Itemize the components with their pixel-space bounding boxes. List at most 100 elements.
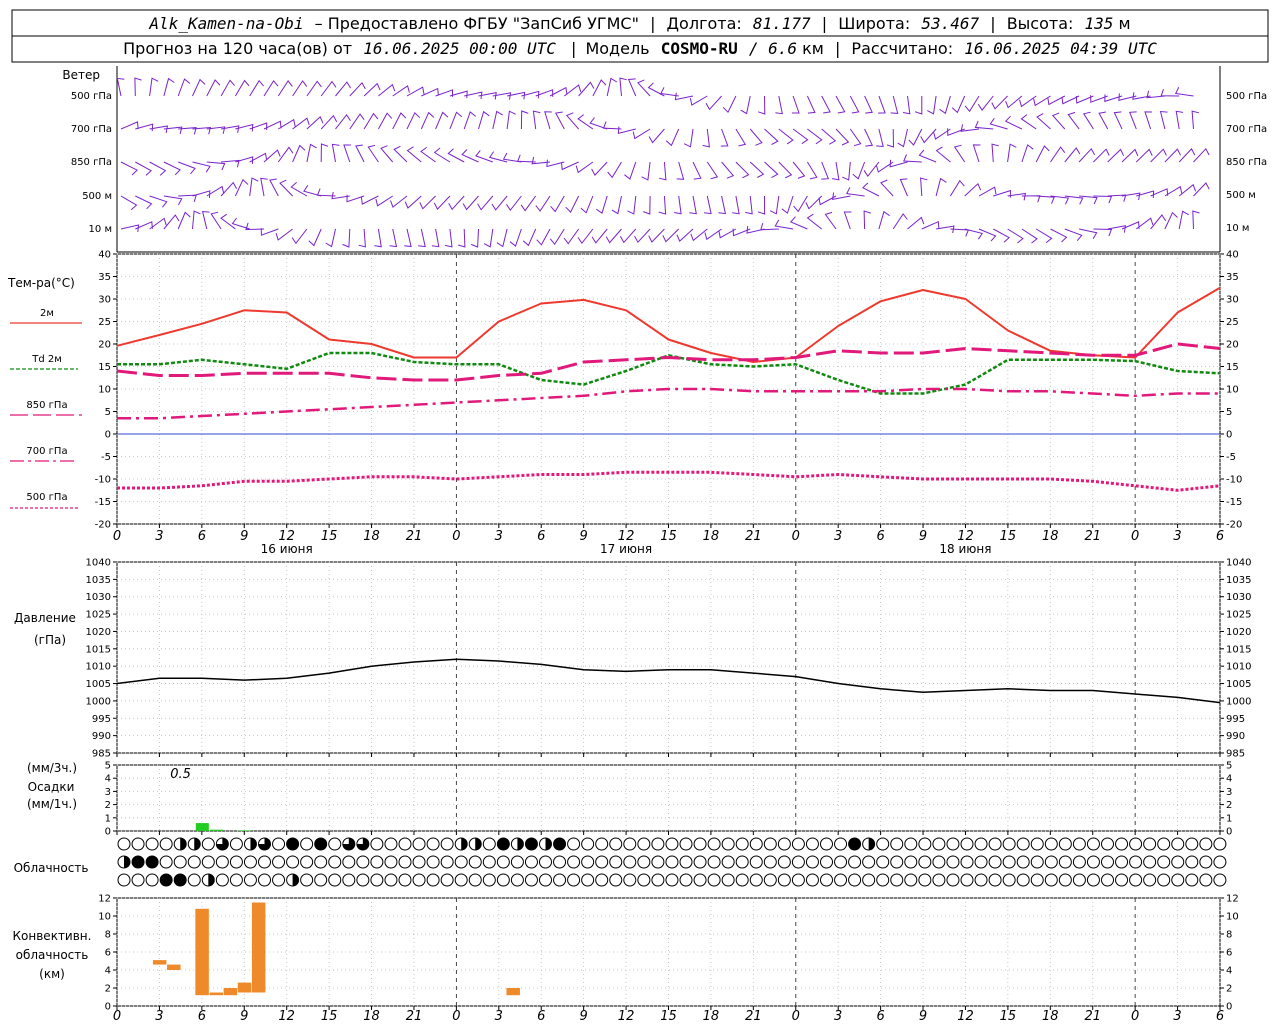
- cloud-cell: [735, 837, 749, 851]
- wind-barb: [277, 80, 293, 97]
- wind-barb: [506, 110, 516, 130]
- cloud-circle: [763, 873, 777, 887]
- wind-barb: [892, 213, 908, 230]
- cloud-circle: [974, 837, 988, 851]
- precipitation-ytick-label-right: 5: [1226, 761, 1232, 772]
- cloud-circle: [215, 873, 229, 887]
- x-tick-label: 6: [876, 529, 884, 544]
- wind-barb: [1164, 148, 1182, 163]
- precipitation-ytick-label: 2: [105, 800, 111, 811]
- cloud-circle: [735, 855, 749, 869]
- wind-barb: [1159, 110, 1168, 130]
- wind-barb: [1035, 228, 1053, 244]
- wind-barb: [605, 228, 622, 244]
- cloud-half: [461, 838, 468, 850]
- x-tick-label: 0: [792, 1009, 800, 1024]
- legend-t2m: 2м: [40, 308, 54, 319]
- cloud-cell: [848, 855, 862, 869]
- wind-barb: [549, 228, 565, 246]
- wind-level-right-3: 500 м: [1226, 190, 1256, 201]
- cloud-cell: [201, 855, 215, 869]
- wind-barb: [939, 95, 951, 115]
- cloud-cell: [159, 873, 173, 887]
- temperature-ytick-label-right: 0: [1226, 430, 1232, 441]
- cloud-cell: [581, 837, 595, 851]
- cloud-circle: [314, 837, 328, 851]
- cloud-cell: [173, 855, 187, 869]
- pressure-ytick-label-right: 1025: [1226, 610, 1251, 621]
- pressure-ytick-label: 1000: [86, 696, 111, 707]
- cloud-cell: [1016, 873, 1030, 887]
- cloud-circle: [426, 837, 440, 851]
- cloud-cell: [848, 873, 862, 887]
- wind-barb: [706, 161, 719, 180]
- cloud-circle: [820, 873, 833, 887]
- wind-barb: [565, 195, 580, 213]
- cloud-cell: [777, 855, 791, 869]
- cloud-circle: [707, 855, 721, 869]
- temperature-ytick-label-right: -15: [1226, 497, 1242, 508]
- pressure-ytick-label: 1025: [86, 610, 111, 621]
- wind-barb: [163, 161, 181, 176]
- cloud-circle: [314, 873, 328, 887]
- precip-bar: [209, 829, 223, 831]
- cloud-circle: [356, 855, 370, 869]
- pressure-title: Давление: [14, 611, 76, 625]
- cloud-circle: [1002, 873, 1016, 887]
- wind-barb: [953, 144, 966, 163]
- wind-barb: [1067, 111, 1080, 130]
- wind-barb: [818, 195, 837, 206]
- wind-barb: [462, 195, 479, 211]
- cloud-cell: [805, 873, 819, 887]
- wind-barb: [320, 80, 337, 97]
- wind-barb: [306, 116, 324, 130]
- wind-barb: [792, 95, 800, 114]
- wind-barb: [491, 195, 508, 211]
- cloud-cell: [1129, 855, 1143, 869]
- cloud-cell: [370, 837, 384, 851]
- wind-barb: [1178, 210, 1189, 230]
- pressure-ytick-label-right: 1015: [1226, 644, 1251, 655]
- lon-label: Долгота:: [667, 14, 742, 33]
- provider: – Предоставлено ФГБУ "ЗапСиб УГМС": [315, 14, 639, 33]
- pressure-ytick-label: 990: [92, 731, 111, 742]
- cloud-cell: [1171, 873, 1185, 887]
- precipitation-ytick-label: 4: [105, 774, 111, 785]
- cloud-circle: [468, 873, 482, 887]
- wind-barb: [718, 195, 727, 215]
- wind-barb: [702, 128, 710, 148]
- wind-barb: [607, 161, 622, 179]
- cloud-circle: [1129, 873, 1143, 887]
- cloud-circle: [328, 855, 342, 869]
- cloud-cell: [539, 837, 552, 851]
- wind-barb: [1093, 148, 1110, 163]
- cloud-circle: [932, 837, 946, 851]
- cloud-cell: [904, 855, 918, 869]
- calc-label: Рассчитано:: [851, 39, 953, 58]
- cloud-cell: [440, 837, 454, 851]
- x-tick-label: 0: [452, 1009, 460, 1024]
- wind-barb: [991, 95, 1008, 110]
- wind-barb: [393, 145, 408, 163]
- cloud-circle: [539, 873, 552, 887]
- cloud-cell: [1115, 873, 1129, 887]
- cloud-cell: [159, 855, 173, 869]
- wind-barb: [206, 79, 221, 97]
- temperature-ytick-label: 10: [98, 385, 111, 396]
- precipitation-ytick-label-right: 1: [1226, 813, 1232, 824]
- cloud-circle: [637, 855, 651, 869]
- cloud-cell: [679, 837, 693, 851]
- cloud-cell: [398, 873, 412, 887]
- temperature-ytick-label: 15: [98, 362, 111, 373]
- cloud-cell: [173, 837, 187, 851]
- cloud-circle: [1101, 855, 1114, 869]
- precip-title: Осадки: [28, 780, 75, 794]
- pressure-ytick-label: 985: [92, 749, 111, 760]
- cloud-cell: [454, 873, 468, 887]
- wind-barb: [914, 96, 923, 115]
- wind-barb: [406, 146, 422, 163]
- cloud-circle: [412, 873, 426, 887]
- wind-barb: [735, 128, 747, 147]
- wind-barb: [1050, 146, 1066, 163]
- cloud-cell: [412, 837, 426, 851]
